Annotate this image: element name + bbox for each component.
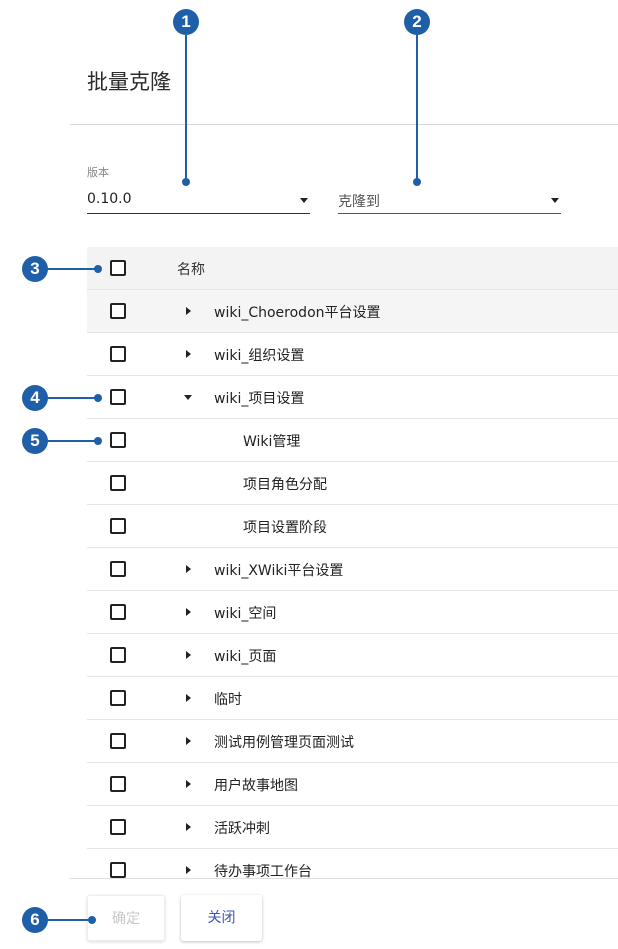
caret-right-icon[interactable] [186, 307, 191, 315]
row-label: wiki_Choerodon平台设置 [214, 305, 381, 321]
table-row[interactable]: wiki_空间 [87, 591, 618, 634]
marker-badge: 2 [404, 9, 430, 35]
marker-line [47, 268, 97, 270]
tree-table: 名称 wiki_Choerodon平台设置 wiki_组织设置 wiki_项目设… [87, 247, 618, 878]
row-label: wiki_项目设置 [214, 391, 305, 407]
row-checkbox[interactable] [110, 776, 126, 792]
row-label: wiki_XWiki平台设置 [214, 563, 344, 579]
row-label: wiki_空间 [214, 606, 277, 622]
row-label: 测试用例管理页面测试 [214, 735, 354, 751]
table-row[interactable]: 待办事项工作台 [87, 849, 618, 878]
caret-right-icon[interactable] [186, 608, 191, 616]
table-row[interactable]: wiki_XWiki平台设置 [87, 548, 618, 591]
row-label: wiki_组织设置 [214, 348, 305, 364]
marker-line [185, 35, 187, 181]
caret-right-icon[interactable] [186, 823, 191, 831]
row-label: 用户故事地图 [214, 778, 298, 794]
caret-right-icon[interactable] [186, 737, 191, 745]
marker-badge: 6 [22, 907, 48, 933]
caret-right-icon[interactable] [186, 866, 191, 874]
column-header-name: 名称 [177, 262, 205, 278]
table-row[interactable]: 临时 [87, 677, 618, 720]
marker-line [47, 397, 97, 399]
dialog-title: 批量克隆 [87, 70, 171, 94]
chevron-down-icon [551, 198, 559, 203]
row-label: 临时 [214, 692, 242, 708]
row-checkbox[interactable] [110, 733, 126, 749]
row-checkbox[interactable] [110, 604, 126, 620]
version-select[interactable]: 0.10.0 [87, 186, 310, 214]
marker-line [47, 440, 97, 442]
caret-right-icon[interactable] [186, 780, 191, 788]
row-checkbox[interactable] [110, 647, 126, 663]
row-label: 待办事项工作台 [214, 864, 312, 878]
marker-dot [413, 178, 421, 186]
table-row[interactable]: 用户故事地图 [87, 763, 618, 806]
caret-right-icon[interactable] [186, 651, 191, 659]
row-label: wiki_页面 [214, 649, 277, 665]
row-checkbox[interactable] [110, 303, 126, 319]
footer-divider [70, 878, 618, 879]
marker-dot [94, 265, 102, 273]
marker-dot [94, 394, 102, 402]
version-label: 版本 [87, 166, 109, 179]
select-all-checkbox[interactable] [110, 260, 126, 276]
title-divider [70, 124, 618, 125]
caret-right-icon[interactable] [186, 694, 191, 702]
marker-badge: 5 [22, 428, 48, 454]
row-checkbox[interactable] [110, 346, 126, 362]
table-row[interactable]: wiki_组织设置 [87, 333, 618, 376]
row-checkbox[interactable] [110, 475, 126, 491]
marker-line [416, 35, 418, 181]
marker-badge: 1 [173, 9, 199, 35]
table-row[interactable]: 项目设置阶段 [87, 505, 618, 548]
row-checkbox[interactable] [110, 862, 126, 878]
close-button[interactable]: 关闭 [181, 895, 262, 941]
caret-right-icon[interactable] [186, 565, 191, 573]
tree-table-scroll[interactable]: 名称 wiki_Choerodon平台设置 wiki_组织设置 wiki_项目设… [87, 247, 618, 878]
row-checkbox[interactable] [110, 819, 126, 835]
caret-down-icon[interactable] [184, 395, 192, 400]
marker-dot [182, 178, 190, 186]
chevron-down-icon [300, 198, 308, 203]
clone-target-select[interactable]: 克隆到 [338, 186, 561, 214]
row-label: 项目角色分配 [243, 477, 327, 493]
marker-badge: 4 [22, 385, 48, 411]
table-row[interactable]: 测试用例管理页面测试 [87, 720, 618, 763]
row-checkbox[interactable] [110, 432, 126, 448]
table-row[interactable]: 活跃冲刺 [87, 806, 618, 849]
table-header: 名称 [87, 247, 618, 290]
row-checkbox[interactable] [110, 518, 126, 534]
version-value: 0.10.0 [87, 191, 132, 207]
row-label: 项目设置阶段 [243, 520, 327, 536]
table-row[interactable]: wiki_项目设置 [87, 376, 618, 419]
marker-dot [94, 437, 102, 445]
table-row[interactable]: wiki_Choerodon平台设置 [87, 290, 618, 333]
marker-badge: 3 [22, 256, 48, 282]
marker-line [47, 919, 92, 921]
confirm-button[interactable]: 确定 [87, 895, 165, 941]
row-label: 活跃冲刺 [214, 821, 270, 837]
row-label: Wiki管理 [243, 434, 301, 450]
table-row[interactable]: wiki_页面 [87, 634, 618, 677]
row-checkbox[interactable] [110, 690, 126, 706]
table-row[interactable]: Wiki管理 [87, 419, 618, 462]
marker-dot [88, 916, 96, 924]
clone-target-placeholder: 克隆到 [338, 194, 380, 210]
table-row[interactable]: 项目角色分配 [87, 462, 618, 505]
row-checkbox[interactable] [110, 389, 126, 405]
row-checkbox[interactable] [110, 561, 126, 577]
caret-right-icon[interactable] [186, 350, 191, 358]
